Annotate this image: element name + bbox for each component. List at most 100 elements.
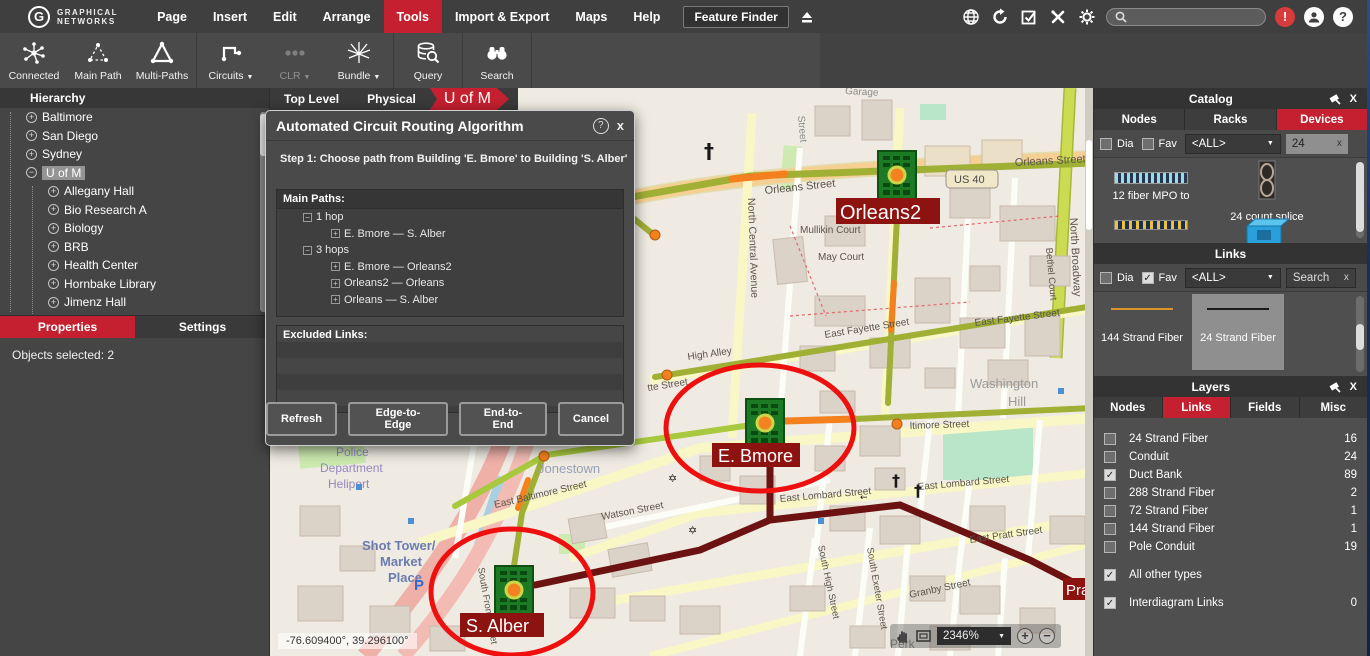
edge-to-edge-button[interactable]: Edge-to-Edge — [348, 402, 448, 436]
path-ebmore-orleans2[interactable]: E. Bmore — Orleans2 — [277, 259, 623, 276]
pan-hand-icon[interactable] — [896, 629, 910, 643]
fav-checkbox[interactable] — [1142, 138, 1154, 150]
expand-icon[interactable] — [26, 130, 37, 141]
gear-icon[interactable] — [1077, 7, 1097, 27]
expand-icon[interactable] — [48, 297, 59, 308]
catalog-scrollbar[interactable] — [1356, 162, 1364, 238]
layer-checkbox[interactable] — [1104, 487, 1116, 499]
end-to-end-button[interactable]: End-to-End — [459, 402, 547, 436]
tree-item-health-center[interactable]: Health Center — [0, 256, 270, 275]
zoom-level-dropdown[interactable]: 2346%▼ — [937, 627, 1011, 645]
tree-item-u-of-m[interactable]: U of M — [0, 164, 270, 183]
refresh-icon[interactable] — [990, 7, 1010, 27]
scrollbar-thumb[interactable] — [1356, 162, 1364, 232]
catalog-item-partial[interactable] — [1096, 220, 1206, 230]
catalog-item-partial[interactable] — [1212, 216, 1322, 243]
layers-tab-fields[interactable]: Fields — [1231, 397, 1300, 418]
expand-icon[interactable] — [26, 112, 37, 123]
path-orleans2-orleans[interactable]: Orleans2 — Orleans — [277, 275, 623, 292]
tree-item-bio-research-a[interactable]: Bio Research A — [0, 201, 270, 220]
expand-icon[interactable] — [48, 186, 59, 197]
tasks-checkbox-icon[interactable] — [1019, 7, 1039, 27]
clear-search-icon[interactable]: x — [1344, 272, 1349, 283]
collapse-icon[interactable] — [26, 167, 37, 178]
connected-button[interactable]: Connected — [2, 33, 66, 88]
node-e-bmore[interactable] — [746, 399, 784, 447]
breadcrumb-u-of-m[interactable]: U of M — [430, 88, 509, 110]
path-group-3hops[interactable]: 3 hops — [277, 242, 623, 259]
breadcrumb-top-level[interactable]: Top Level — [270, 92, 353, 106]
eject-icon[interactable] — [797, 7, 817, 27]
collapse-icon[interactable] — [303, 246, 312, 255]
expand-icon[interactable] — [331, 295, 340, 304]
path-ebmore-salber[interactable]: E. Bmore — S. Alber — [277, 226, 623, 243]
expand-icon[interactable] — [331, 279, 340, 288]
link-item-partial[interactable] — [1096, 374, 1188, 376]
layer-checkbox[interactable] — [1104, 523, 1116, 535]
extent-frame-icon[interactable] — [916, 630, 931, 642]
layer-checkbox[interactable] — [1104, 541, 1116, 553]
layer-checkbox[interactable] — [1104, 505, 1116, 517]
fav-checkbox[interactable] — [1142, 272, 1154, 284]
layers-tab-misc[interactable]: Misc — [1300, 397, 1368, 418]
dialog-close-icon[interactable]: x — [617, 118, 624, 133]
zoom-in-button[interactable]: + — [1017, 628, 1033, 644]
search-button[interactable]: Search — [465, 33, 529, 88]
close-icon[interactable]: X — [1350, 93, 1357, 105]
menu-import-export[interactable]: Import & Export — [442, 0, 562, 33]
menu-maps[interactable]: Maps — [562, 0, 620, 33]
catalog-tab-nodes[interactable]: Nodes — [1094, 109, 1185, 130]
expand-icon[interactable] — [331, 229, 340, 238]
catalog-search-box[interactable]: x — [1286, 134, 1348, 154]
layers-tab-nodes[interactable]: Nodes — [1094, 397, 1163, 418]
tree-item-san-diego[interactable]: San Diego — [0, 127, 270, 146]
globe-icon[interactable] — [961, 7, 981, 27]
menu-help[interactable]: Help — [620, 0, 673, 33]
tree-item-sydney[interactable]: Sydney — [0, 145, 270, 164]
layer-checkbox[interactable] — [1104, 451, 1116, 463]
layer-checkbox[interactable] — [1104, 469, 1116, 481]
help-icon[interactable]: ? — [1333, 7, 1353, 27]
scrollbar-thumb[interactable] — [1356, 324, 1364, 350]
global-search-input[interactable] — [1132, 11, 1252, 23]
user-icon[interactable] — [1304, 7, 1324, 27]
expand-icon[interactable] — [26, 149, 37, 160]
refresh-button[interactable]: Refresh — [266, 402, 337, 436]
map-vertical-scrollbar[interactable] — [1085, 88, 1093, 656]
node-orleans2[interactable] — [878, 151, 916, 199]
links-scrollbar[interactable] — [1356, 296, 1364, 372]
catalog-tab-devices[interactable]: Devices — [1277, 109, 1367, 130]
links-search-input[interactable] — [1293, 272, 1339, 284]
menu-tools[interactable]: Tools — [384, 0, 442, 33]
pin-icon[interactable] — [1328, 92, 1342, 106]
tree-item-hornbake-library[interactable]: Hornbake Library — [0, 275, 270, 294]
expand-icon[interactable] — [48, 260, 59, 271]
menu-insert[interactable]: Insert — [200, 0, 260, 33]
catalog-tab-racks[interactable]: Racks — [1185, 109, 1276, 130]
collapse-icon[interactable] — [303, 213, 312, 222]
multi-paths-button[interactable]: Multi-Paths — [130, 33, 194, 88]
main-path-button[interactable]: Main Path — [66, 33, 130, 88]
link-item-144-strand[interactable]: 144 Strand Fiber — [1096, 294, 1188, 370]
menu-page[interactable]: Page — [144, 0, 200, 33]
expand-icon[interactable] — [48, 278, 59, 289]
expand-icon[interactable] — [331, 262, 340, 271]
close-icon[interactable]: X — [1350, 381, 1357, 393]
expand-icon[interactable] — [48, 223, 59, 234]
clear-search-icon[interactable]: x — [1337, 138, 1342, 149]
zoom-out-button[interactable]: − — [1039, 628, 1055, 644]
expand-icon[interactable] — [48, 241, 59, 252]
bundle-dropdown-button[interactable]: Bundle▼ — [327, 33, 391, 88]
links-search-box[interactable]: x — [1286, 268, 1356, 288]
tab-settings[interactable]: Settings — [135, 316, 270, 338]
tree-item-brb[interactable]: BRB — [0, 238, 270, 257]
tools-icon[interactable] — [1048, 7, 1068, 27]
query-button[interactable]: Query — [396, 33, 460, 88]
links-type-dropdown[interactable]: <ALL>▼ — [1185, 268, 1281, 288]
tab-properties[interactable]: Properties — [0, 316, 135, 338]
tree-item-baltimore[interactable]: Baltimore — [0, 108, 270, 127]
catalog-item-splice[interactable]: 24 count splice — [1212, 158, 1322, 223]
path-group-1hop[interactable]: 1 hop — [277, 209, 623, 226]
dia-checkbox[interactable] — [1100, 272, 1112, 284]
expand-icon[interactable] — [48, 204, 59, 215]
